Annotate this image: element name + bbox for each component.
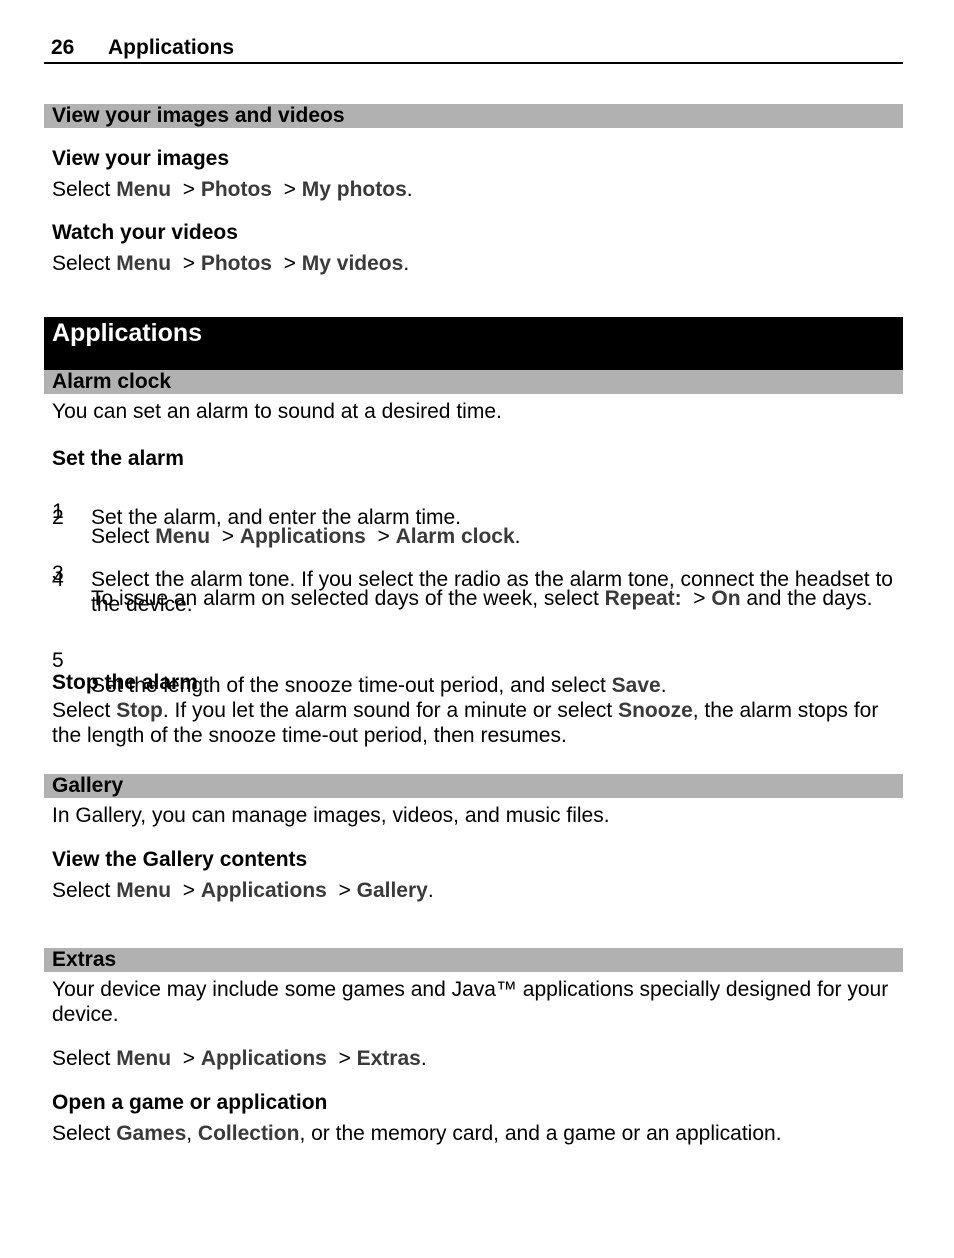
instruction-extras: Select Menu > Applications > Extras. <box>52 1047 427 1070</box>
instruction-view-images: Select Menu > Photos > My photos. <box>52 178 413 201</box>
ui-term-games: Games <box>116 1122 187 1145</box>
section-title: View your images and videos <box>52 104 345 127</box>
stop-alarm-text: Select Stop. If you let the alarm sound … <box>52 699 879 747</box>
ui-term-menu: Menu <box>116 252 172 275</box>
ui-term-applications: Applications <box>200 879 327 902</box>
page-header: 26 Applications <box>44 33 903 64</box>
subheading-view-images: View your images <box>52 147 230 170</box>
open-game-text: Select Games, Collection, or the memory … <box>52 1122 782 1145</box>
step-number: 2 <box>52 506 64 529</box>
section-bar-alarm-clock: Alarm clock <box>44 370 903 394</box>
section-title: Gallery <box>52 774 124 797</box>
ui-term-snooze: Snooze <box>618 699 693 722</box>
ui-term-photos: Photos <box>200 178 272 201</box>
ui-term-my-videos: My videos <box>301 252 404 275</box>
section-title: Extras <box>52 948 117 971</box>
instruction-gallery: Select Menu > Applications > Gallery. <box>52 879 434 902</box>
ui-term-save: Save <box>611 674 661 697</box>
step-2: 2 Set the alarm, and enter the alarm tim… <box>52 506 462 529</box>
subheading-watch-videos: Watch your videos <box>52 221 238 244</box>
ui-term-extras: Extras <box>356 1047 421 1070</box>
chapter-bar: Applications <box>44 317 903 370</box>
instruction-watch-videos: Select Menu > Photos > My videos. <box>52 252 410 275</box>
subheading-set-alarm: Set the alarm <box>52 447 184 470</box>
ui-term-applications: Applications <box>200 1047 327 1070</box>
subheading-view-gallery: View the Gallery contents <box>52 848 308 871</box>
subheading-open-game: Open a game or application <box>52 1091 328 1114</box>
ui-term-my-photos: My photos <box>301 178 407 201</box>
step-1: 1 Select Menu > Applications > Alarm clo… <box>52 500 521 548</box>
step-number: 4 <box>52 568 64 591</box>
extras-intro: Your device may include some games and J… <box>52 978 889 1026</box>
ui-term-gallery: Gallery <box>356 879 428 902</box>
section-bar-gallery: Gallery <box>44 774 903 798</box>
ui-term-menu: Menu <box>116 178 172 201</box>
step-5: 5 Set the length of the snooze time-out … <box>52 649 667 697</box>
ui-term-stop: Stop <box>116 699 163 722</box>
step-4: 4 Select the alarm tone. If you select t… <box>52 568 893 616</box>
subheading-stop-alarm: Stop the alarm <box>52 671 198 694</box>
section-bar-extras: Extras <box>44 948 903 972</box>
running-section-title: Applications <box>108 36 235 59</box>
chapter-title: Applications <box>52 319 203 347</box>
ui-term-collection: Collection <box>197 1122 300 1145</box>
section-title: Alarm clock <box>52 370 172 393</box>
ui-term-menu: Menu <box>116 1047 172 1070</box>
ui-term-photos: Photos <box>200 252 272 275</box>
page-number: 26 <box>51 36 75 59</box>
ui-term-menu: Menu <box>116 879 172 902</box>
gallery-intro: In Gallery, you can manage images, video… <box>52 804 610 827</box>
alarm-intro: You can set an alarm to sound at a desir… <box>52 400 502 423</box>
section-bar-view-images-videos: View your images and videos <box>44 104 903 128</box>
step-3: 3 To issue an alarm on selected days of … <box>52 562 873 610</box>
